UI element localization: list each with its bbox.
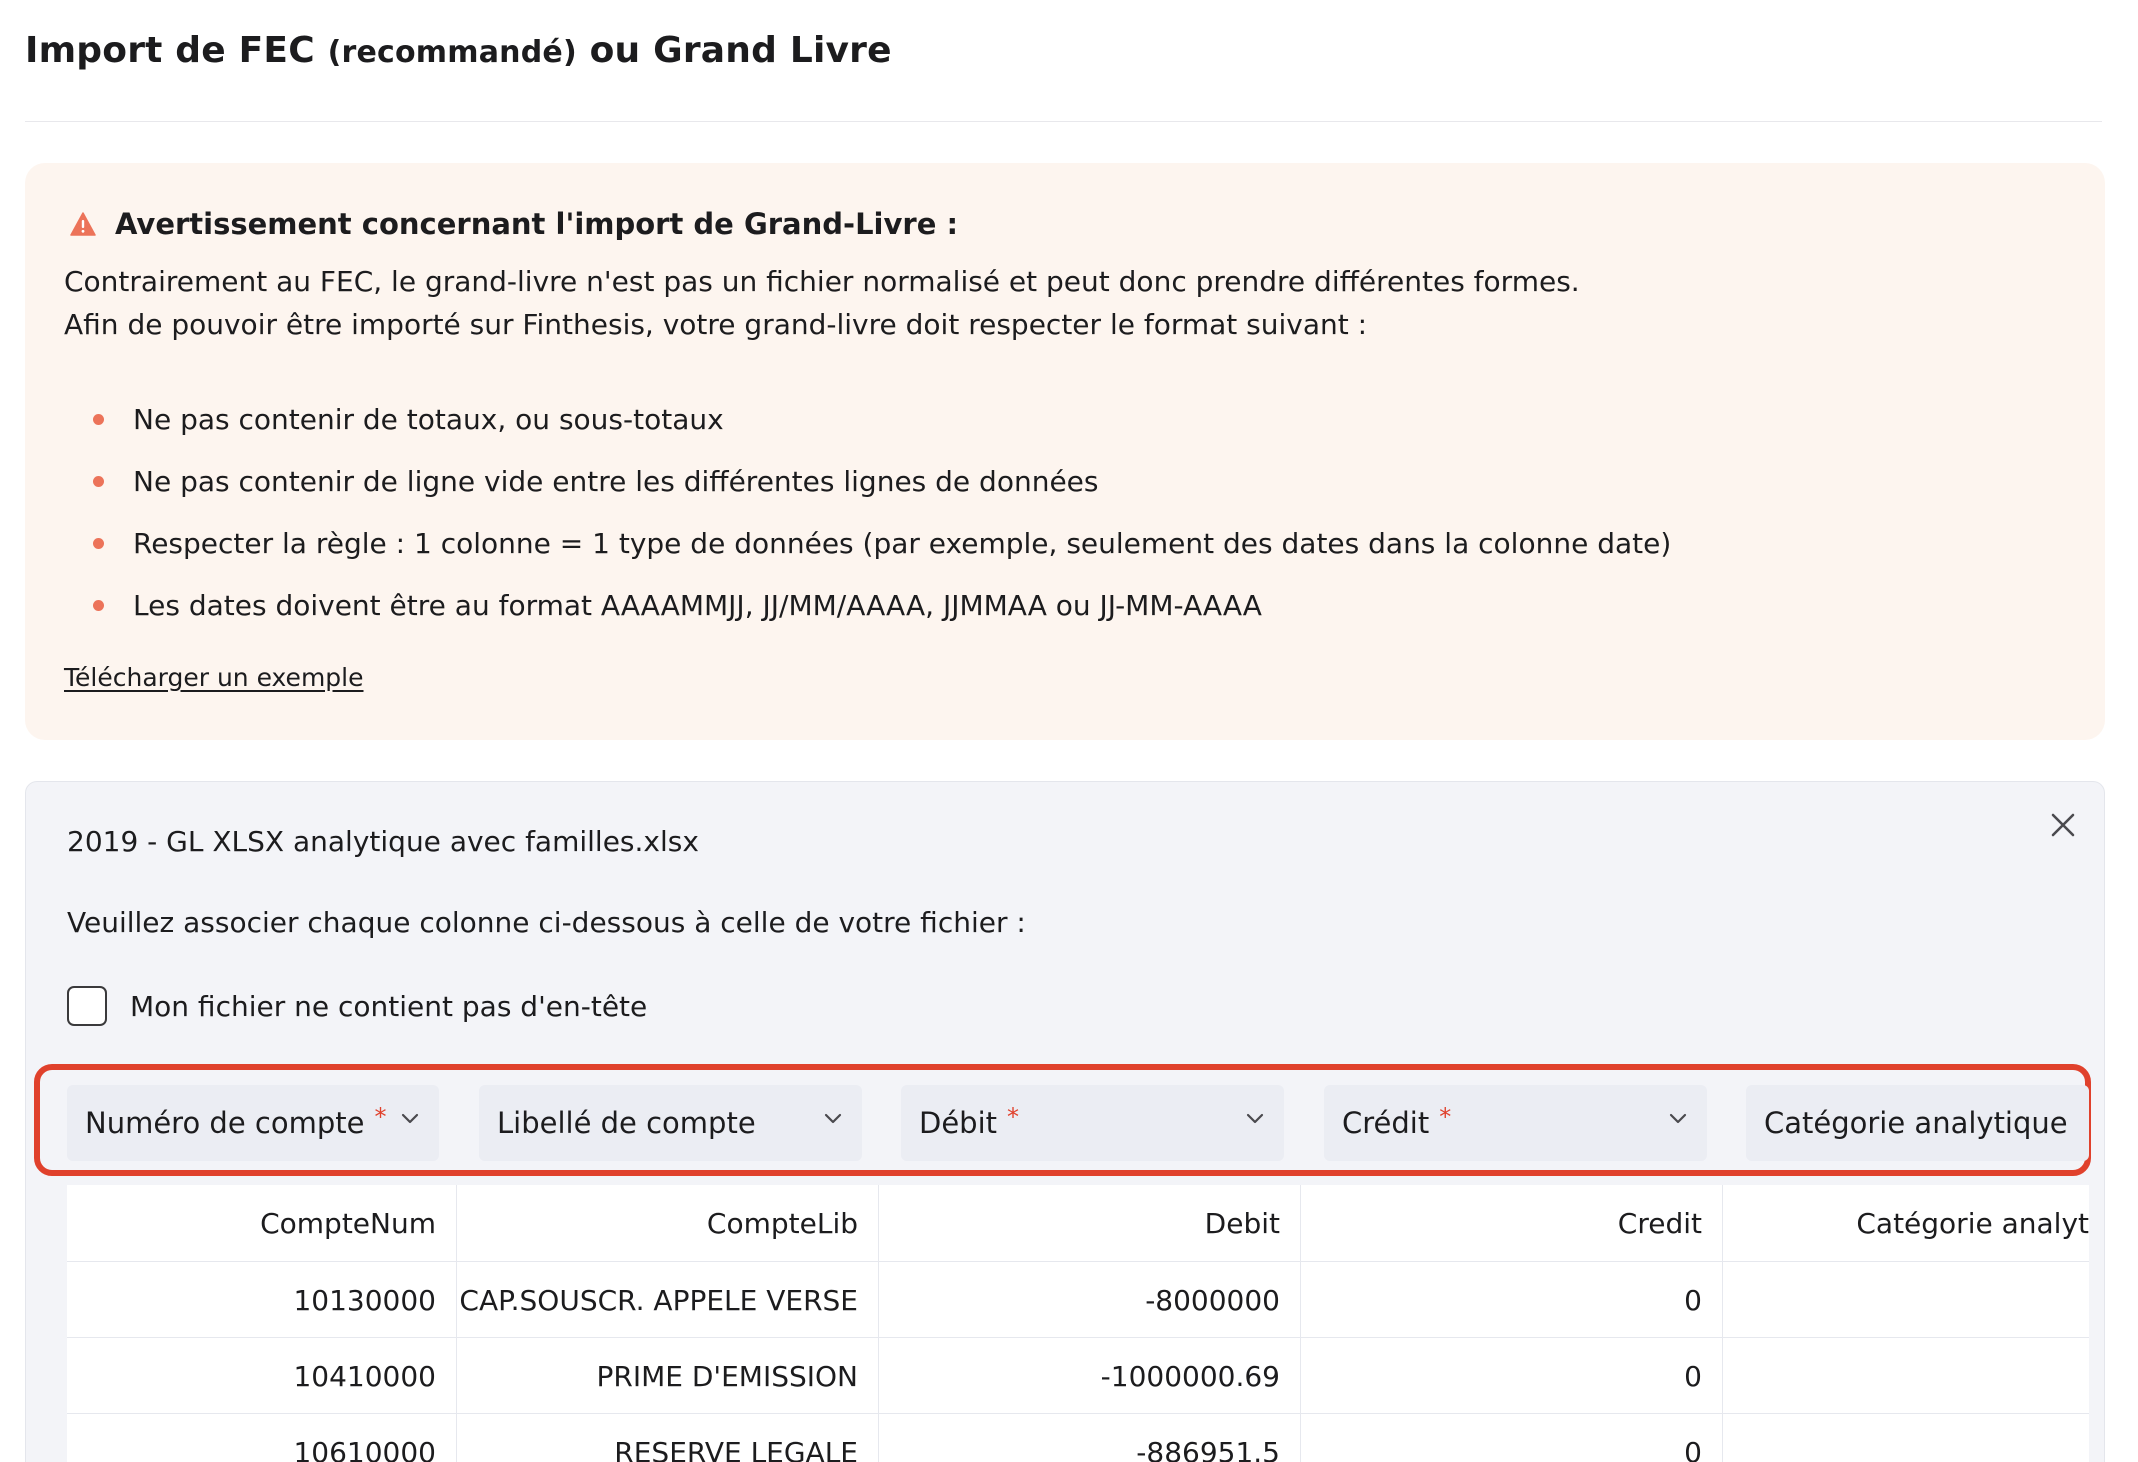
warning-rule-text: Respecter la règle : 1 colonne = 1 type … [133,526,1672,560]
close-button[interactable] [2044,806,2082,844]
table-header-cell: CompteLib [457,1185,879,1261]
table-header-cell: CompteNum [67,1185,457,1261]
bullet-dot [93,413,104,425]
file-name: 2019 - GL XLSX analytique avec familles.… [67,825,699,858]
page-title-main: Import de FEC [25,30,315,71]
table-header-cell: Catégorie analyt [1723,1185,2089,1261]
warning-rules-list: Ne pas contenir de totaux, ou sous-totau… [64,388,1671,636]
bullet-dot [93,537,104,549]
no-header-checkbox[interactable] [67,986,107,1026]
required-marker: * [1439,1103,1452,1131]
mapping-select-credit[interactable]: Crédit * [1324,1085,1707,1161]
mapping-select-label: Numéro de compte [85,1106,365,1140]
mapping-select-analytic-category[interactable]: Catégorie analytique [1746,1085,2089,1161]
mapping-instruction: Veuillez associer chaque colonne ci-dess… [67,906,1026,939]
table-cell: 10130000 [67,1262,457,1338]
mapping-select-label: Catégorie analytique [1764,1106,2068,1140]
table-cell [1723,1338,2089,1414]
chevron-down-icon [1246,1113,1264,1124]
table-cell: 10610000 [67,1414,457,1462]
required-marker: * [1007,1103,1020,1131]
table-cell: 0 [1301,1262,1723,1338]
page-title-sub: (recommandé) [327,35,577,70]
title-divider [25,121,2102,122]
table-header-cell: Credit [1301,1185,1723,1261]
table-row: 10610000 RESERVE LEGALE -886951.5 0 [67,1413,2089,1462]
mapping-select-label: Débit [919,1106,998,1140]
page-title-end: ou Grand Livre [589,30,892,71]
close-icon [2051,813,2075,837]
table-header-cell: Debit [879,1185,1301,1261]
warning-icon [70,212,96,236]
required-marker: * [374,1103,387,1131]
download-example-link[interactable]: Télécharger un exemple [64,663,364,692]
warning-header: Avertissement concernant l'import de Gra… [70,207,958,241]
warning-rule: Respecter la règle : 1 colonne = 1 type … [64,512,1671,574]
chevron-down-icon [401,1113,419,1124]
table-row: 10130000 CAP.SOUSCR. APPELE VERSE -80000… [67,1261,2089,1338]
table-cell: 10410000 [67,1338,457,1414]
table-cell: -8000000 [879,1262,1301,1338]
warning-rule-text: Ne pas contenir de totaux, ou sous-totau… [133,402,724,436]
warning-rule-text: Les dates doivent être au format AAAAMMJ… [133,588,1262,622]
no-header-label: Mon fichier ne contient pas d'en-tête [130,989,648,1023]
table-cell: 0 [1301,1338,1723,1414]
table-cell: PRIME D'EMISSION [457,1338,879,1414]
bullet-dot [93,475,104,487]
chevron-down-icon [1669,1113,1687,1124]
bullet-dot [93,599,104,611]
warning-line-1: Contrairement au FEC, le grand-livre n'e… [64,265,1580,298]
mapping-select-account-label[interactable]: Libellé de compte [479,1085,862,1161]
no-header-option[interactable]: Mon fichier ne contient pas d'en-tête [67,986,647,1026]
table-cell: 0 [1301,1414,1723,1462]
import-card: 2019 - GL XLSX analytique avec familles.… [25,781,2105,1462]
table-row: 10410000 PRIME D'EMISSION -1000000.69 0 [67,1337,2089,1414]
table-header-row: CompteNum CompteLib Debit Credit Catégor… [67,1185,2089,1261]
warning-rule: Ne pas contenir de ligne vide entre les … [64,450,1671,512]
table-cell [1723,1414,2089,1462]
warning-rule: Ne pas contenir de totaux, ou sous-totau… [64,388,1671,450]
chevron-down-icon [824,1113,842,1124]
mapping-select-account-number[interactable]: Numéro de compte * [67,1085,439,1161]
warning-rule-text: Ne pas contenir de ligne vide entre les … [133,464,1099,498]
table-cell: CAP.SOUSCR. APPELE VERSE [457,1262,879,1338]
warning-line-2: Afin de pouvoir être importé sur Finthes… [64,308,1368,341]
mapping-select-label: Libellé de compte [497,1106,756,1140]
table-cell: -886951.5 [879,1414,1301,1462]
table-cell: RESERVE LEGALE [457,1414,879,1462]
mapping-select-debit[interactable]: Débit * [901,1085,1284,1161]
page-title: Import de FEC (recommandé) ou Grand Livr… [25,30,892,71]
mapping-select-label: Crédit [1342,1106,1430,1140]
table-cell: -1000000.69 [879,1338,1301,1414]
warning-title: Avertissement concernant l'import de Gra… [115,207,959,241]
table-cell [1723,1262,2089,1338]
warning-rule: Les dates doivent être au format AAAAMMJ… [64,574,1671,636]
warning-panel: Avertissement concernant l'import de Gra… [25,163,2105,740]
